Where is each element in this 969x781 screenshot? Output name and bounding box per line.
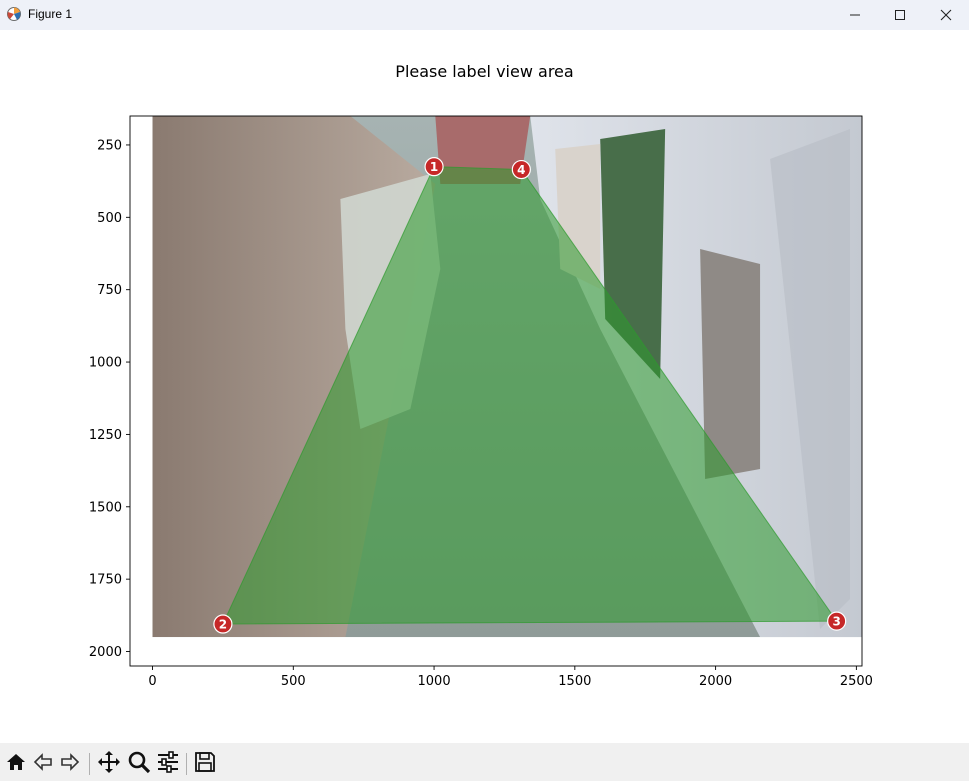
zoom-button[interactable] xyxy=(126,751,152,777)
toolbar-separator xyxy=(186,753,187,775)
navigation-toolbar xyxy=(0,743,969,781)
back-button[interactable] xyxy=(30,751,56,777)
minimize-button[interactable] xyxy=(832,0,878,30)
save-icon xyxy=(194,751,216,777)
forward-button[interactable] xyxy=(57,751,83,777)
configure-subplots-icon xyxy=(156,750,180,778)
save-button[interactable] xyxy=(192,751,218,777)
chart-title: Please label view area xyxy=(395,62,574,81)
configure-subplots-button[interactable] xyxy=(155,751,181,777)
window-titlebar: Figure 1 xyxy=(0,0,969,30)
home-icon xyxy=(5,751,27,777)
window-title: Figure 1 xyxy=(28,7,73,21)
back-arrow-icon xyxy=(32,751,54,777)
minimize-icon xyxy=(849,9,861,21)
close-icon xyxy=(940,9,952,21)
toolbar-separator xyxy=(89,753,90,775)
forward-arrow-icon xyxy=(59,751,81,777)
figure-canvas xyxy=(0,30,969,743)
pan-icon xyxy=(97,750,121,778)
close-button[interactable] xyxy=(923,0,969,30)
home-button[interactable] xyxy=(3,751,29,777)
matplotlib-app-icon xyxy=(6,6,22,22)
pan-button[interactable] xyxy=(96,751,122,777)
maximize-icon xyxy=(894,9,906,21)
maximize-button[interactable] xyxy=(877,0,923,30)
zoom-icon xyxy=(127,750,151,778)
